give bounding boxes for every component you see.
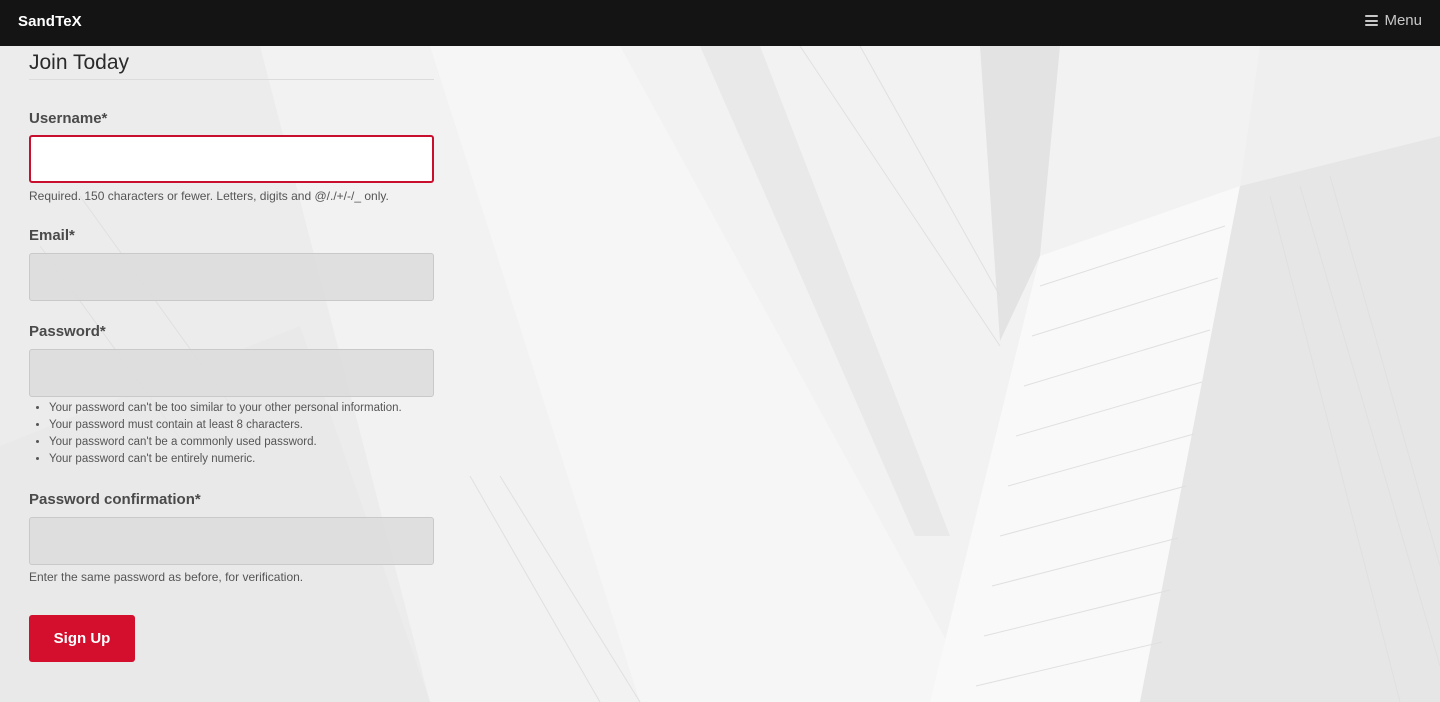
- password-confirmation-label: Password confirmation*: [29, 491, 201, 508]
- password-confirmation-help: Enter the same password as before, for v…: [29, 570, 304, 584]
- username-label: Username*: [29, 110, 108, 127]
- top-navbar: SandTeX Menu: [0, 0, 1440, 46]
- email-label: Email*: [29, 227, 75, 244]
- brand-logo[interactable]: SandTeX: [18, 13, 82, 30]
- signup-form: Join Today Username* Required. 150 chara…: [29, 46, 434, 662]
- password-rule: Your password can't be entirely numeric.: [49, 451, 469, 468]
- password-label: Password*: [29, 323, 106, 340]
- password-rules-list: Your password can't be too similar to yo…: [29, 400, 469, 468]
- password-rule: Your password can't be too similar to yo…: [49, 400, 469, 417]
- username-input[interactable]: [29, 135, 434, 183]
- form-legend: Join Today: [29, 51, 434, 80]
- email-input[interactable]: [29, 253, 434, 301]
- sign-up-button[interactable]: Sign Up: [29, 615, 135, 662]
- password-rule: Your password can't be a commonly used p…: [49, 434, 469, 451]
- password-confirmation-input[interactable]: [29, 517, 434, 565]
- menu-label: Menu: [1384, 12, 1422, 29]
- username-help: Required. 150 characters or fewer. Lette…: [29, 189, 389, 203]
- password-input[interactable]: [29, 349, 434, 397]
- menu-button[interactable]: Menu: [1365, 12, 1422, 29]
- hamburger-icon: [1365, 15, 1379, 26]
- password-rule: Your password must contain at least 8 ch…: [49, 417, 469, 434]
